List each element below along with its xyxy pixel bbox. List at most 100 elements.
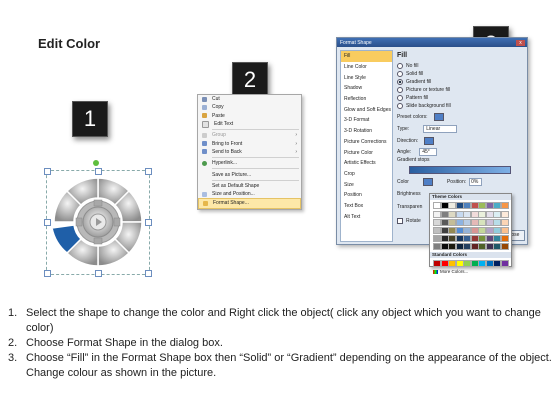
menu-item-label: Paste	[212, 112, 225, 119]
radio-button[interactable]	[397, 95, 403, 101]
radio-button[interactable]	[397, 63, 403, 69]
copy-icon	[202, 104, 207, 110]
rotate-label: Rotate	[406, 218, 421, 224]
position-input[interactable]: 0%	[469, 178, 483, 186]
option-label: Solid fill	[406, 71, 424, 77]
step-number: 1	[83, 106, 97, 131]
color-swatch[interactable]	[500, 202, 509, 209]
rotate-handle[interactable]	[93, 160, 99, 166]
standard-colors-grid	[430, 258, 511, 269]
category-position[interactable]: Position	[341, 190, 392, 201]
brightness-label: Brightness	[397, 191, 421, 197]
more-colors-item[interactable]: More Colors...	[430, 269, 511, 274]
menu-item-copy[interactable]: Copy	[198, 103, 301, 111]
instruction-number: 3.	[8, 352, 18, 364]
instruction-item: 1. Select the shape to change the color a…	[8, 306, 556, 336]
size-icon	[202, 191, 207, 197]
preset-colors-picker[interactable]	[433, 113, 444, 121]
category-picture-color[interactable]: Picture Color	[341, 147, 392, 158]
menu-item-label: Edit Text	[214, 121, 234, 128]
submenu-arrow-icon: ›	[295, 140, 297, 147]
option-label: Picture or texture fill	[406, 87, 451, 93]
step-1-badge: 1	[72, 101, 108, 137]
menu-item-group: Group ›	[198, 131, 301, 139]
category-text-box[interactable]: Text Box	[341, 201, 392, 212]
color-swatch[interactable]	[500, 227, 509, 234]
option-slide-background-fill[interactable]: Slide background fill	[397, 103, 451, 109]
category-alt-text[interactable]: Alt Text	[341, 211, 392, 222]
option-pattern-fill[interactable]: Pattern fill	[397, 95, 428, 101]
category-size[interactable]: Size	[341, 179, 392, 190]
page-title: Edit Color	[38, 36, 101, 51]
rotate-checkbox[interactable]	[397, 218, 403, 224]
menu-item-paste[interactable]: Paste	[198, 112, 301, 120]
radio-button[interactable]	[397, 87, 403, 93]
color-picker-button[interactable]	[422, 178, 433, 186]
option-gradient-fill[interactable]: Gradient fill	[397, 79, 431, 85]
instruction-text: Choose Format Shape in the dialog box.	[26, 337, 223, 349]
color-swatch[interactable]	[500, 235, 509, 242]
radio-button[interactable]	[397, 79, 403, 85]
radio-button[interactable]	[397, 71, 403, 77]
option-label: No fill	[406, 63, 419, 69]
dialog-titlebar: Format Shape x	[337, 38, 527, 47]
category-crop[interactable]: Crop	[341, 169, 392, 180]
type-row: Type: Linear	[397, 125, 458, 133]
menu-item-label: Copy	[212, 104, 224, 111]
option-solid-fill[interactable]: Solid fill	[397, 71, 423, 77]
radio-button[interactable]	[397, 103, 403, 109]
color-swatch[interactable]	[500, 243, 509, 250]
menu-separator	[212, 157, 299, 159]
menu-item-hyperlink[interactable]: Hyperlink...	[198, 159, 301, 167]
menu-item-set-default-shape[interactable]: Set as Default Shape	[198, 182, 301, 190]
category-3d-format[interactable]: 3-D Format	[341, 115, 392, 126]
gear-diagram[interactable]	[46, 170, 150, 274]
menu-separator	[212, 179, 299, 181]
category-glow[interactable]: Glow and Soft Edges	[341, 104, 392, 115]
option-label: Gradient fill	[406, 79, 432, 85]
category-3d-rotation[interactable]: 3-D Rotation	[341, 126, 392, 137]
menu-item-label: Set as Default Shape	[212, 182, 260, 189]
category-artistic-effects[interactable]: Artistic Effects	[341, 158, 392, 169]
color-palette-dropdown: Theme Colors Standard Colors More Colors…	[429, 193, 512, 274]
menu-item-edit-text[interactable]: Edit Text	[198, 120, 301, 128]
category-fill[interactable]: Fill	[341, 51, 392, 62]
color-swatch[interactable]	[500, 211, 509, 218]
option-no-fill[interactable]: No fill	[397, 63, 419, 69]
menu-item-label: Cut	[212, 96, 220, 103]
category-list: Fill Line Color Line Style Shadow Reflec…	[340, 50, 393, 242]
close-icon[interactable]: x	[516, 39, 525, 46]
category-picture-corrections[interactable]: Picture Corrections	[341, 137, 392, 148]
option-picture-fill[interactable]: Picture or texture fill	[397, 87, 450, 93]
menu-item-label: Save as Picture...	[212, 171, 252, 178]
direction-picker[interactable]	[424, 137, 435, 145]
angle-label: Angle:	[397, 149, 412, 155]
color-swatch[interactable]	[500, 260, 509, 267]
instruction-text: Select the shape to change the color and…	[26, 307, 541, 334]
menu-item-label: Group	[212, 132, 226, 139]
menu-item-save-as-picture[interactable]: Save as Picture...	[198, 170, 301, 178]
menu-item-format-shape[interactable]: Format Shape...	[198, 198, 301, 209]
category-reflection[interactable]: Reflection	[341, 94, 392, 105]
menu-item-label: Size and Position...	[212, 191, 255, 198]
menu-item-send-to-back[interactable]: Send to Back ›	[198, 148, 301, 156]
gradient-stops-bar[interactable]	[409, 166, 511, 174]
format-shape-icon	[203, 200, 208, 206]
category-shadow[interactable]: Shadow	[341, 83, 392, 94]
category-line-color[interactable]: Line Color	[341, 62, 392, 73]
menu-item-bring-to-front[interactable]: Bring to Front ›	[198, 139, 301, 147]
type-select[interactable]: Linear	[423, 125, 458, 133]
scissors-icon	[202, 96, 207, 102]
angle-input[interactable]: 45°	[419, 148, 438, 156]
menu-item-label: Bring to Front	[212, 140, 243, 147]
category-line-style[interactable]: Line Style	[341, 72, 392, 83]
menu-item-cut[interactable]: Cut	[198, 95, 301, 103]
menu-item-size-position[interactable]: Size and Position...	[198, 190, 301, 198]
step-number: 2	[243, 67, 257, 92]
color-swatch[interactable]	[500, 219, 509, 226]
submenu-arrow-icon: ›	[295, 148, 297, 155]
theme-colors-grid	[430, 200, 511, 211]
preset-colors-label: Preset colors:	[397, 114, 428, 120]
menu-item-label: Hyperlink...	[212, 160, 238, 167]
menu-item-label: Send to Back	[212, 148, 242, 155]
